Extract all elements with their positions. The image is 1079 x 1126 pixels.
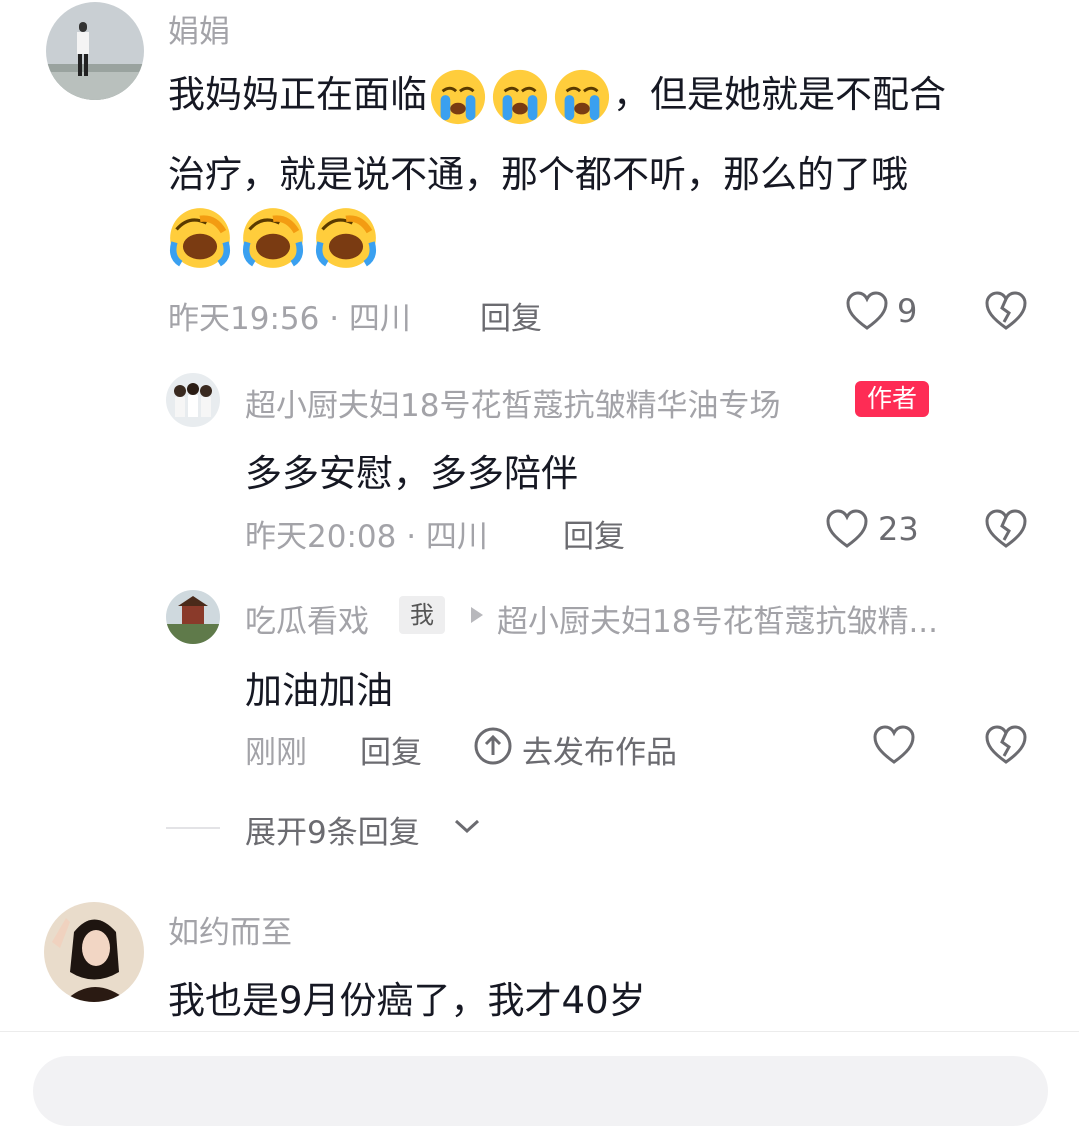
like-count: 9 xyxy=(897,292,918,330)
comment-text-segment: 我妈妈正在面临 xyxy=(168,73,427,116)
heart-icon[interactable] xyxy=(872,724,916,766)
reply-author[interactable]: 吃瓜看戏 xyxy=(245,596,369,641)
expand-replies-button[interactable]: 展开9条回复 xyxy=(245,807,420,852)
play-triangle-icon xyxy=(471,607,483,623)
comment-text: 我也是9月份癌了，我才40岁 xyxy=(168,979,646,1022)
upload-arrow-icon[interactable] xyxy=(473,726,513,766)
reply-to-target[interactable]: 超小厨夫妇18号花皙蔻抗皱精... xyxy=(497,596,938,641)
comment-input-bar[interactable] xyxy=(33,1056,1048,1126)
like-count: 23 xyxy=(878,510,919,548)
comment-meta: 昨天19:56 · 四川 xyxy=(168,301,411,337)
avatar-ruyueerzhi[interactable] xyxy=(44,902,144,1002)
reply-text: 多多安慰，多多陪伴 xyxy=(245,452,578,495)
heart-icon[interactable] xyxy=(845,290,889,332)
comment-emoji-row xyxy=(166,206,380,270)
crying-face-icon xyxy=(492,69,548,124)
me-badge: 我 xyxy=(399,596,445,634)
reply-author[interactable]: 超小厨夫妇18号花皙蔻抗皱精华油专场 xyxy=(245,380,780,425)
avatar-juanjuan[interactable] xyxy=(46,2,144,100)
comment-author[interactable]: 如约而至 xyxy=(168,907,292,952)
reply-text: 加油加油 xyxy=(245,669,393,712)
author-badge: 作者 xyxy=(855,381,930,417)
comment-author[interactable]: 娟娟 xyxy=(168,6,230,51)
chevron-down-icon[interactable] xyxy=(453,816,481,836)
avatar-me[interactable] xyxy=(166,590,220,644)
reply-meta: 昨天20:08 · 四川 xyxy=(245,519,488,555)
dislike-broken-heart-icon[interactable] xyxy=(984,724,1028,766)
laughing-crying-face-icon xyxy=(170,208,230,268)
comment-text-line1: 我妈妈正在面临 ，但是她就是不配合 xyxy=(168,66,946,126)
dislike-broken-heart-icon[interactable] xyxy=(984,290,1028,332)
expand-divider-line xyxy=(166,827,220,829)
comment-text-segment: ，但是她就是不配合 xyxy=(613,73,946,116)
crying-face-icon xyxy=(554,69,610,124)
reply-button[interactable]: 回复 xyxy=(563,511,625,556)
laughing-crying-face-icon xyxy=(243,208,304,268)
laughing-crying-face-icon xyxy=(316,208,377,268)
heart-icon[interactable] xyxy=(825,508,869,550)
comment-text-line2: 治疗，就是说不通，那个都不听，那么的了哦 xyxy=(168,153,908,196)
crying-face-icon xyxy=(430,69,486,124)
dislike-broken-heart-icon[interactable] xyxy=(984,508,1028,550)
reply-button[interactable]: 回复 xyxy=(360,727,422,772)
reply-button[interactable]: 回复 xyxy=(480,293,542,338)
bottom-divider xyxy=(0,1031,1079,1032)
publish-work-button[interactable]: 去发布作品 xyxy=(522,727,677,772)
reply-meta: 刚刚 xyxy=(245,735,307,771)
avatar-author[interactable] xyxy=(166,373,220,427)
